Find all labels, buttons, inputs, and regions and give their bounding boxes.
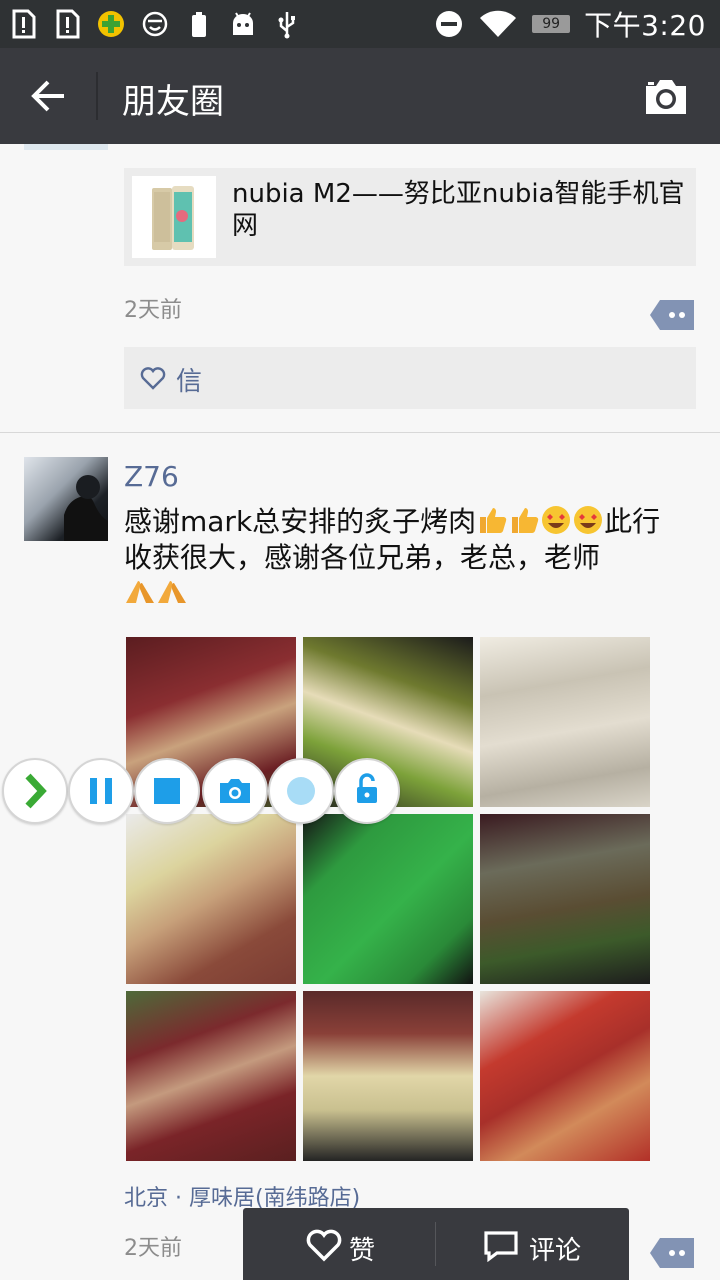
smile-face-icon [140,9,170,39]
do-not-disturb-icon [434,9,464,39]
photo-thumbnail[interactable] [480,991,650,1161]
arrow-left-icon[interactable] [28,76,68,116]
pause-icon[interactable] [68,758,134,824]
avatar[interactable] [24,144,108,150]
expand-icon[interactable] [2,758,68,824]
like-comment-popup: 赞 评论 [243,1208,629,1280]
add-app-icon [96,9,126,39]
action-divider [435,1222,436,1266]
post-time: 2天前 [124,1236,182,1261]
moments-feed[interactable]: nubia M2——努比亚nubia智能手机官网 2天前 信 Z76 感谢mar… [0,144,720,1280]
usb-icon [272,9,302,39]
praying-hands-icon [156,577,188,607]
record-icon[interactable] [268,758,334,824]
unlock-icon[interactable] [334,758,400,824]
photo-thumbnail[interactable] [303,814,473,984]
post-time: 2天前 [124,298,182,323]
battery-icon [184,9,214,39]
link-thumbnail [132,176,216,258]
heart-icon[interactable] [305,1228,343,1262]
thumbs-up-icon [508,505,540,535]
photo-thumbnail[interactable] [303,991,473,1161]
heart-icon [140,365,166,391]
camera-icon[interactable] [642,76,690,116]
comment-icon[interactable] [483,1230,519,1263]
link-title: nubia M2——努比亚nubia智能手机官网 [232,179,685,241]
comment-button[interactable]: 评论 [529,1230,581,1267]
like-button[interactable]: 赞 [349,1230,375,1267]
screenshot-icon[interactable] [202,758,268,824]
sim-alert-icon [8,9,38,39]
wifi-icon [478,9,518,39]
status-bar: 99 下午3:20 [0,0,720,48]
avatar[interactable] [24,457,108,541]
toolbar-divider [96,72,98,120]
top-toolbar: 朋友圈 [0,48,720,144]
comment-menu-icon[interactable] [650,300,694,330]
heart-eyes-icon [540,505,572,535]
page-title: 朋友圈 [122,82,224,122]
photo-thumbnail[interactable] [126,814,296,984]
sim-alert-icon [52,9,82,39]
heart-eyes-icon [572,505,604,535]
android-icon [228,9,258,39]
shared-link-card[interactable]: nubia M2——努比亚nubia智能手机官网 [124,168,696,266]
post-username[interactable]: Z76 [124,460,179,493]
praying-hands-icon [124,577,156,607]
photo-thumbnail[interactable] [480,637,650,807]
stop-icon[interactable] [134,758,200,824]
photo-thumbnail[interactable] [126,991,296,1161]
post-text-part: 感谢mark总安排的炙子烤肉 [124,505,477,538]
thumbs-up-icon [476,505,508,535]
battery-level: 99 [532,15,571,33]
photo-grid [126,637,652,1161]
photo-thumbnail[interactable] [480,814,650,984]
clock: 下午3:20 [584,9,706,42]
liker-name[interactable]: 信 [176,361,202,398]
comment-menu-icon[interactable] [650,1238,694,1268]
likes-box: 信 [124,347,696,409]
post-text: 感谢mark总安排的炙子烤肉 此行收获很大，感谢各位兄弟，老总，老师 [124,504,684,612]
post-divider [0,432,720,433]
